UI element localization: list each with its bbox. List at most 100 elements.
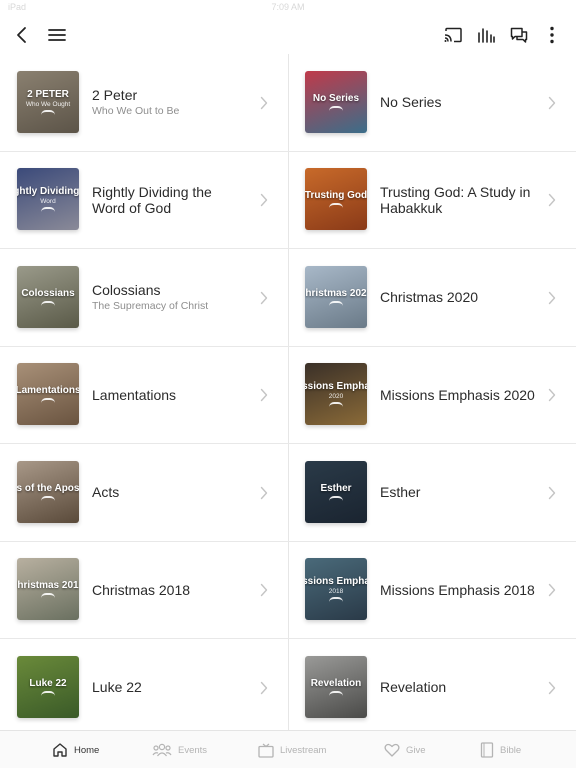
home-icon bbox=[52, 742, 68, 758]
series-item[interactable]: hristmas 202 Christmas 2020 bbox=[288, 249, 576, 347]
back-icon bbox=[17, 27, 26, 43]
chevron-right-icon bbox=[260, 194, 268, 207]
thumbnail-title: 2 PETER bbox=[27, 88, 69, 100]
church-logo-icon bbox=[329, 690, 343, 696]
series-thumbnail: ightly Dividing tWord bbox=[17, 168, 79, 231]
chevron-right-icon bbox=[548, 96, 556, 109]
series-item[interactable]: Esther Esther bbox=[288, 444, 576, 542]
series-subtitle: Who We Out to Be bbox=[92, 104, 180, 117]
series-thumbnail: 2 PETER Who We Ought bbox=[17, 70, 79, 133]
thumbnail-title: Luke 22 bbox=[29, 677, 67, 689]
back-button[interactable] bbox=[9, 22, 35, 48]
series-thumbnail: ssions Empha 2018 bbox=[305, 558, 367, 621]
series-title: Lamentations bbox=[92, 386, 177, 403]
series-title: Missions Emphasis 2018 bbox=[380, 581, 535, 598]
series-text: Revelation bbox=[380, 639, 536, 736]
series-title: No Series bbox=[380, 94, 442, 111]
chevron-right-icon bbox=[548, 486, 556, 499]
thumbnail-subtitle: 2020 bbox=[328, 393, 344, 401]
series-item[interactable]: ts of the Apost Acts bbox=[0, 444, 288, 542]
thumbnail-title: ssions Empha bbox=[305, 576, 367, 588]
audio-button[interactable] bbox=[473, 22, 499, 48]
chevron-right-icon bbox=[260, 584, 268, 597]
status-bar: iPad 7:09 AM bbox=[0, 0, 576, 14]
more-options-button[interactable] bbox=[539, 22, 565, 48]
series-item[interactable]: ightly Dividing tWord Rightly Dividing th… bbox=[0, 152, 288, 249]
thumbnail-title: Esther bbox=[320, 482, 352, 494]
tv-icon bbox=[258, 743, 274, 758]
chevron-right-icon bbox=[260, 96, 268, 109]
series-title: Trusting God: A Study in Habakkuk bbox=[380, 183, 531, 216]
tab-label: Give bbox=[406, 744, 426, 756]
chevron-right-icon bbox=[548, 194, 556, 207]
tab-events[interactable]: Events bbox=[152, 731, 207, 768]
series-item[interactable]: hristmas 201 Christmas 2018 bbox=[0, 542, 288, 639]
series-text: 2 Peter Who We Out to Be bbox=[92, 54, 248, 151]
series-title: Christmas 2020 bbox=[380, 289, 479, 306]
tab-label: Bible bbox=[500, 744, 522, 756]
cast-button[interactable] bbox=[440, 22, 466, 48]
tab-livestream[interactable]: Livestream bbox=[258, 731, 326, 768]
series-thumbnail: hristmas 201 bbox=[17, 558, 79, 621]
chevron-right-icon bbox=[548, 584, 556, 597]
series-thumbnail: No Series bbox=[305, 70, 367, 133]
chat-icon bbox=[510, 27, 528, 43]
chevron-right-icon bbox=[260, 486, 268, 499]
series-item[interactable]: Lamentations Lamentations bbox=[0, 347, 288, 444]
chevron-right-icon bbox=[260, 291, 268, 304]
tab-home[interactable]: Home bbox=[52, 731, 99, 768]
thumbnail-title: Revelation bbox=[310, 677, 362, 689]
book-icon bbox=[480, 742, 494, 758]
tab-label: Home bbox=[74, 744, 100, 756]
thumbnail-subtitle: 2018 bbox=[328, 588, 344, 596]
series-title: Acts bbox=[92, 484, 120, 501]
church-logo-icon bbox=[41, 593, 55, 598]
more-vertical-icon bbox=[550, 26, 554, 44]
status-time: 7:09 AM bbox=[271, 2, 305, 12]
tab-bible[interactable]: Bible bbox=[480, 731, 521, 768]
top-navigation-bar bbox=[0, 14, 576, 54]
series-thumbnail: ts of the Apost bbox=[17, 460, 79, 523]
series-text: Rightly Dividing the Word of God bbox=[92, 152, 248, 249]
series-text: Esther bbox=[380, 444, 536, 541]
series-item[interactable]: Luke 22 Luke 22 bbox=[0, 639, 288, 737]
series-text: Missions Emphasis 2020 bbox=[380, 347, 536, 444]
chevron-right-icon bbox=[260, 681, 268, 694]
series-item[interactable]: No Series No Series bbox=[288, 54, 576, 152]
series-item[interactable]: Trusting God Trusting God: A Study in Hab… bbox=[288, 152, 576, 249]
church-logo-icon bbox=[41, 495, 55, 501]
series-item[interactable]: ssions Empha 2020 Missions Emphasis 2020 bbox=[288, 347, 576, 444]
church-logo-icon bbox=[329, 402, 343, 407]
church-logo-icon bbox=[329, 203, 343, 208]
chat-button[interactable] bbox=[506, 22, 532, 48]
thumbnail-title: ightly Dividing t bbox=[17, 186, 79, 198]
series-thumbnail: ssions Empha 2020 bbox=[305, 363, 367, 426]
series-thumbnail: Colossians bbox=[17, 265, 79, 328]
menu-button[interactable] bbox=[44, 22, 70, 48]
thumbnail-title: hristmas 202 bbox=[305, 287, 367, 299]
series-item[interactable]: 2 PETER Who We Ought 2 Peter Who We Out to … bbox=[0, 54, 288, 152]
series-thumbnail: Revelation bbox=[305, 655, 367, 718]
app-root: iPad 7:09 AM 2 PETER Who We Ought 2 Peter W… bbox=[0, 0, 576, 768]
series-text: Luke 22 bbox=[92, 639, 248, 736]
series-text: Trusting God: A Study in Habakkuk bbox=[380, 152, 536, 249]
thumbnail-title: Trusting God bbox=[305, 190, 367, 202]
series-text: Colossians The Supremacy of Christ bbox=[92, 249, 248, 346]
thumbnail-title: No Series bbox=[312, 92, 360, 104]
status-device: iPad bbox=[8, 2, 27, 12]
series-text: No Series bbox=[380, 54, 536, 151]
hamburger-menu-icon bbox=[48, 29, 66, 41]
thumbnail-title: ts of the Apost bbox=[17, 482, 79, 494]
series-item[interactable]: ssions Empha 2018 Missions Emphasis 2018 bbox=[288, 542, 576, 639]
series-grid: 2 PETER Who We Ought 2 Peter Who We Out to … bbox=[0, 54, 576, 730]
cast-icon bbox=[444, 27, 462, 43]
series-item[interactable]: Revelation Revelation bbox=[288, 639, 576, 737]
series-item[interactable]: Colossians Colossians The Supremacy of Chr… bbox=[0, 249, 288, 347]
tab-give[interactable]: Give bbox=[384, 731, 426, 768]
series-subtitle: The Supremacy of Christ bbox=[92, 299, 209, 312]
series-title: Luke 22 bbox=[92, 679, 142, 696]
church-logo-icon bbox=[329, 300, 343, 306]
series-title: Christmas 2018 bbox=[92, 581, 191, 598]
series-title: Colossians bbox=[92, 281, 161, 298]
series-thumbnail: hristmas 202 bbox=[305, 265, 367, 328]
